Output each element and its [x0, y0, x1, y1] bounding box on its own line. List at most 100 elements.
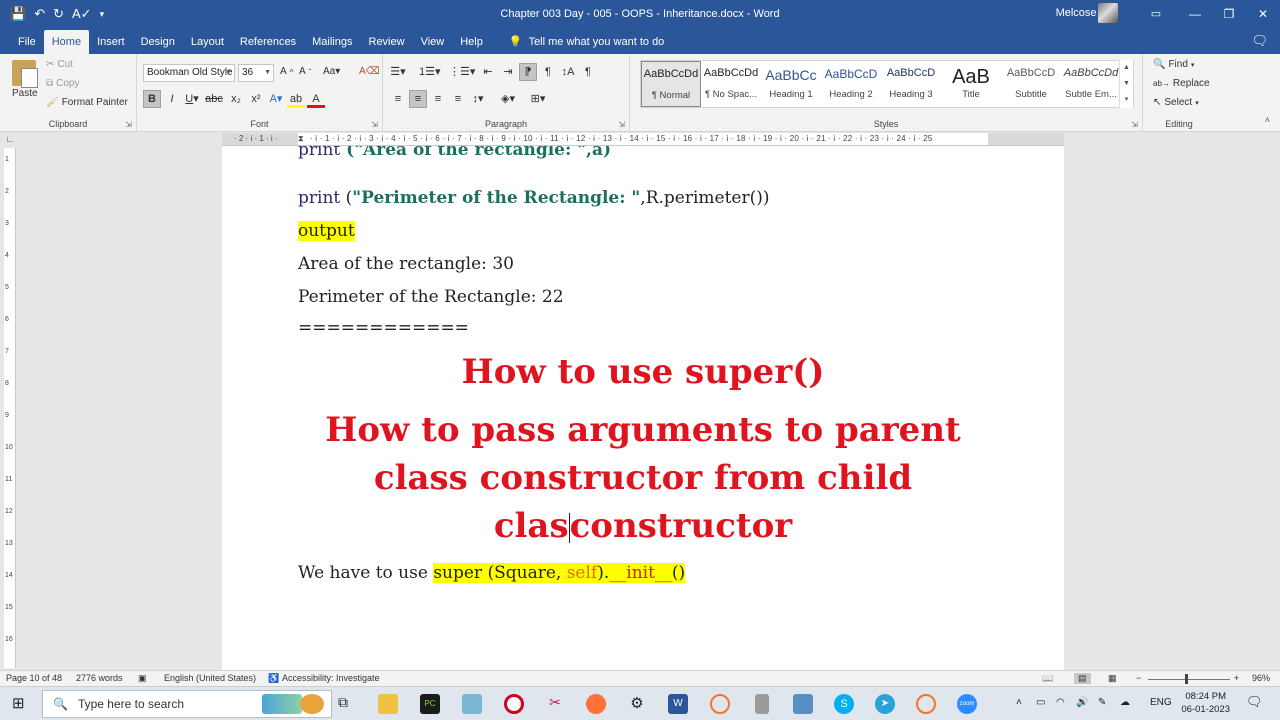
strikethrough-button[interactable]: abc — [203, 90, 225, 108]
save-icon[interactable]: 💾 — [10, 6, 26, 22]
system-clock[interactable]: 08:24 PM 06-01-2023 — [1181, 690, 1230, 716]
highlight-color-button[interactable]: ab — [287, 90, 305, 108]
firefox-icon[interactable] — [586, 694, 606, 714]
numbering-button[interactable]: 1☰▾ — [419, 63, 441, 81]
app-icon[interactable] — [462, 694, 482, 714]
tab-help[interactable]: Help — [452, 30, 491, 54]
zoom-slider[interactable] — [1148, 679, 1230, 680]
style-normal[interactable]: AaBbCcDd ¶ Normal — [641, 61, 701, 107]
underline-button[interactable]: U▾ — [183, 90, 201, 108]
notifications-icon[interactable]: 🗨 — [1246, 694, 1263, 710]
skype-icon[interactable]: S — [834, 694, 854, 714]
italic-button[interactable]: I — [163, 90, 181, 108]
comments-icon[interactable]: 🗨 — [1251, 33, 1268, 49]
paste-button[interactable]: Paste — [12, 88, 38, 99]
change-case-button[interactable]: Aa▾ — [323, 66, 340, 77]
shading-button[interactable]: ◈▾ — [499, 90, 517, 108]
avatar[interactable] — [1098, 3, 1118, 23]
page-count[interactable]: Page 10 of 48 — [6, 673, 62, 683]
tab-insert[interactable]: Insert — [89, 30, 133, 54]
vertical-ruler[interactable]: 1 2 3 4 5 6 7 8 9 10 11 12 13 14 15 16 — [4, 148, 16, 668]
zoom-out-button[interactable]: − — [1136, 673, 1141, 683]
zoom-slider-thumb[interactable] — [1185, 674, 1188, 684]
wifi-icon[interactable]: ◠ — [1056, 697, 1065, 708]
dialog-launcher-icon[interactable]: ⇲ — [371, 120, 378, 129]
telegram-icon[interactable]: ➤ — [875, 694, 895, 714]
print-layout-icon[interactable]: ▤ — [1074, 673, 1091, 684]
tab-layout[interactable]: Layout — [183, 30, 232, 54]
ribbon-display-options-icon[interactable]: ▭ — [1134, 0, 1178, 28]
bold-button[interactable]: B — [143, 90, 161, 108]
ruler-indent-marker[interactable]: ⧗ — [298, 134, 304, 144]
style-heading-3[interactable]: AaBbCcD Heading 3 — [881, 61, 941, 107]
battery-icon[interactable]: ▭ — [1036, 697, 1045, 708]
collapse-ribbon-icon[interactable]: ˄ — [1265, 115, 1270, 125]
shrink-font-button[interactable]: Aˇ — [299, 66, 311, 77]
style-title[interactable]: AaB Title — [941, 61, 1001, 107]
word-icon[interactable]: W — [668, 694, 688, 714]
horizontal-ruler[interactable]: · 2 · i · 1 · i · ⧗ · i · 1 · i · 2 · i … — [222, 133, 1064, 146]
windows-start-icon[interactable]: ⊞ — [12, 694, 25, 712]
read-mode-icon[interactable]: 📖 — [1042, 673, 1053, 684]
jupyter-icon[interactable] — [916, 694, 936, 714]
grow-font-button[interactable]: A ^ — [280, 66, 294, 77]
align-right-button[interactable]: ≡ — [429, 90, 447, 108]
multilevel-list-button[interactable]: ⋮☰▾ — [449, 63, 475, 81]
onedrive-icon[interactable]: ☁ — [1120, 697, 1130, 708]
zoom-in-button[interactable]: + — [1234, 673, 1239, 683]
tab-review[interactable]: Review — [361, 30, 413, 54]
pycharm-icon[interactable]: PC — [420, 694, 440, 714]
superscript-button[interactable]: x² — [247, 90, 265, 108]
tab-view[interactable]: View — [413, 30, 453, 54]
select-button[interactable]: ↖ Select ▾ — [1153, 97, 1199, 108]
sort-button[interactable]: ↕A — [559, 63, 577, 81]
dialog-launcher-icon[interactable]: ⇲ — [618, 120, 625, 129]
font-size-select[interactable]: 36 ▼ — [238, 64, 274, 82]
pilcrow-button[interactable]: ¶ — [579, 63, 597, 81]
dialog-launcher-icon[interactable]: ⇲ — [125, 120, 132, 129]
opera-icon[interactable] — [504, 694, 524, 714]
bullets-button[interactable]: ☰▾ — [389, 63, 407, 81]
spelling-icon[interactable]: A✓ — [72, 6, 92, 22]
accessibility-status[interactable]: Accessibility: Investigate — [282, 673, 380, 683]
align-left-button[interactable]: ≡ — [389, 90, 407, 108]
find-button[interactable]: 🔍 Find ▾ — [1153, 59, 1194, 70]
pen-icon[interactable]: ✎ — [1098, 697, 1106, 708]
language-indicator[interactable]: English (United States) — [164, 673, 256, 683]
proofing-icon[interactable]: ▣ — [138, 673, 147, 684]
app-icon[interactable] — [755, 694, 769, 714]
word-count[interactable]: 2776 words — [76, 673, 123, 683]
text-effects-button[interactable]: A▾ — [267, 90, 285, 108]
volume-icon[interactable]: 🔊 — [1076, 697, 1088, 708]
minimize-button[interactable]: — — [1178, 0, 1212, 28]
file-explorer-icon[interactable] — [378, 694, 398, 714]
style-subtle-emphasis[interactable]: AaBbCcDd Subtle Em... — [1061, 61, 1121, 107]
clear-formatting-icon[interactable]: A⌫ — [359, 66, 380, 77]
paste-icon[interactable] — [12, 60, 38, 88]
restore-button[interactable]: ❐ — [1212, 0, 1246, 28]
undo-icon[interactable]: ↶ — [34, 6, 45, 22]
font-name-select[interactable]: Bookman Old Style ▼ — [143, 64, 235, 82]
text-direction-icon[interactable]: ¶ — [539, 63, 557, 81]
tab-mailings[interactable]: Mailings — [304, 30, 360, 54]
tab-references[interactable]: References — [232, 30, 304, 54]
format-painter-button[interactable]: 🖌 Format Painter — [46, 97, 128, 108]
zoom-app-icon[interactable]: zoom — [957, 694, 977, 714]
chevron-up-icon[interactable]: ▲ — [1120, 60, 1133, 76]
zoom-level[interactable]: 96% — [1252, 673, 1270, 683]
line-spacing-button[interactable]: ↕▾ — [469, 90, 487, 108]
copy-button[interactable]: ⧉ Copy — [46, 78, 80, 89]
decrease-indent-button[interactable]: ⇤ — [479, 63, 497, 81]
jupyter-icon[interactable] — [710, 694, 730, 714]
styles-scroll[interactable]: ▲ ▼ ▾ — [1119, 60, 1133, 108]
justify-button[interactable]: ≡ — [449, 90, 467, 108]
borders-button[interactable]: ⊞▾ — [529, 90, 547, 108]
font-color-button[interactable]: A — [307, 90, 325, 108]
align-center-button[interactable]: ≡ — [409, 90, 427, 108]
style-heading-1[interactable]: AaBbCc Heading 1 — [761, 61, 821, 107]
customize-qat-icon[interactable]: ▾ — [100, 9, 105, 20]
tell-me-box[interactable]: 💡 Tell me what you want to do — [501, 30, 672, 54]
task-view-icon[interactable]: ⧉ — [338, 694, 358, 714]
app-icon[interactable] — [793, 694, 813, 714]
cut-button[interactable]: ✂ Cut — [46, 59, 73, 70]
